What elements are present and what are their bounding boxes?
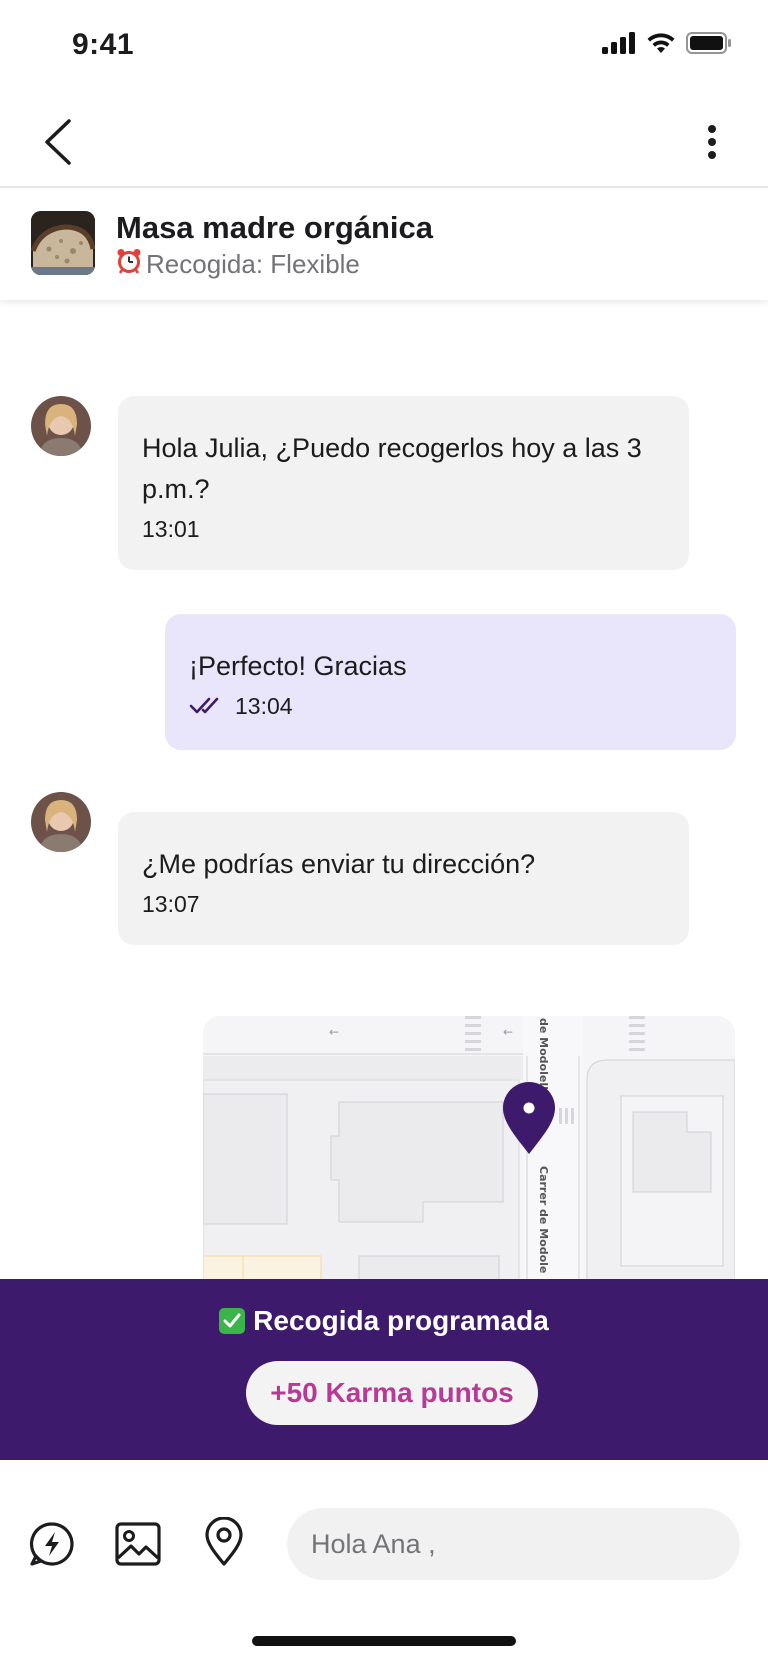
double-check-icon [189,693,223,720]
share-location-button[interactable] [198,1516,250,1568]
battery-icon [686,32,732,59]
status-time: 9:41 [72,28,135,61]
attach-image-button[interactable] [112,1518,164,1570]
message-meta: 13:04 [189,693,712,720]
lightning-bubble-icon [29,1522,74,1566]
quick-reply-button[interactable] [26,1518,78,1570]
wifi-icon [646,32,676,59]
message-bubble-incoming[interactable]: Hola Julia, ¿Puedo recogerlos hoy a las … [118,396,689,570]
top-navigation [0,96,768,188]
back-button[interactable] [34,114,82,170]
karma-points-badge[interactable]: +50 Karma puntos [246,1361,538,1425]
alarm-clock-icon [116,248,142,281]
status-bar: 9:41 [0,0,768,96]
message-bubble-outgoing[interactable]: ¡Perfecto! Gracias 13:04 [165,614,736,750]
map-pin-marker[interactable] [501,1080,557,1161]
more-options-button[interactable] [692,116,732,168]
message-text: Hola Julia, ¿Puedo recogerlos hoy a las … [142,433,642,504]
signal-icon [602,32,636,59]
product-title: Masa madre orgánica [116,210,434,245]
message-time: 13:07 [142,891,200,917]
message-time: 13:01 [142,516,200,542]
product-thumbnail [31,211,95,275]
avatar[interactable] [31,396,91,456]
pickup-scheduled-banner: Recogida programada +50 Karma puntos [0,1279,768,1460]
pickup-label: Recogida: Flexible [146,249,360,279]
product-header[interactable]: Masa madre orgánica Recogida: Flexible [0,190,768,300]
svg-text:←: ← [503,1025,513,1039]
pickup-info: Recogida: Flexible [116,248,360,281]
check-mark-icon [219,1308,246,1334]
message-input[interactable]: Hola Ana , [287,1508,740,1580]
more-vertical-icon [708,125,716,159]
status-icons [602,32,732,59]
street-label: Carrer de Modole [537,1166,550,1274]
message-composer: Hola Ana , [0,1460,768,1662]
location-map[interactable]: ← ← de Modolell Carrer de Modole [203,1016,735,1280]
home-indicator [252,1636,516,1646]
avatar[interactable] [31,792,91,852]
location-pin-icon [205,1517,243,1566]
message-text: ¿Me podrías enviar tu dirección? [142,849,536,879]
message-text: ¡Perfecto! Gracias [189,651,407,681]
location-pin-icon [503,1082,555,1154]
message-bubble-incoming[interactable]: ¿Me podrías enviar tu dirección? 13:07 [118,812,689,945]
chevron-left-icon [45,119,71,165]
message-time: 13:04 [235,693,293,719]
banner-title: Recogida programada [0,1305,768,1337]
svg-text:←: ← [329,1025,339,1039]
image-icon [115,1522,161,1566]
